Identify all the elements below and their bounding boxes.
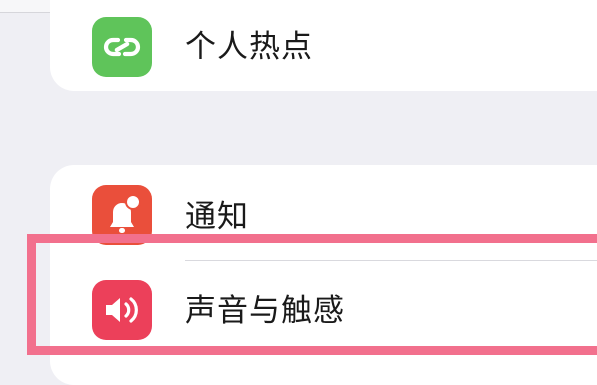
settings-row-personal-hotspot[interactable]: 个人热点 — [50, 7, 597, 87]
notifications-label: 通知 — [185, 199, 249, 235]
settings-row-sounds-haptics[interactable]: 声音与触感 — [50, 271, 597, 351]
sounds-haptics-label: 声音与触感 — [185, 293, 345, 329]
personal-hotspot-label: 个人热点 — [185, 29, 313, 65]
row-divider — [185, 260, 597, 261]
notification-bell-icon — [92, 185, 152, 245]
settings-row-notifications[interactable]: 通知 — [50, 177, 597, 257]
settings-group-network: 个人热点 — [50, 0, 597, 91]
personal-hotspot-icon — [92, 17, 152, 77]
settings-group-notifications: 通知 声音与触感 — [50, 165, 597, 385]
speaker-sound-icon — [92, 280, 152, 340]
